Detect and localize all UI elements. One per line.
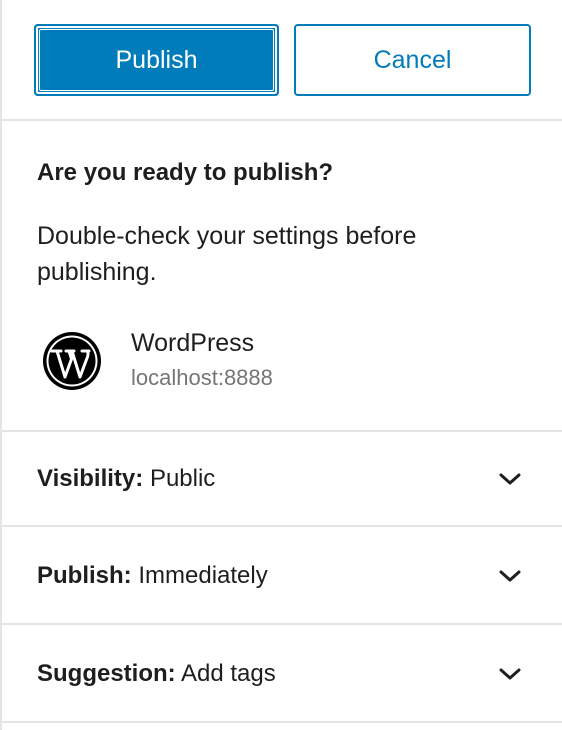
pre-publish-header: Publish Cancel	[2, 0, 562, 121]
pre-publish-panel: Publish Cancel Are you ready to publish?…	[0, 0, 562, 730]
panel-key: Suggestion:	[37, 659, 176, 687]
panel-publish[interactable]: Publish: Immediately	[2, 528, 562, 625]
cancel-button-label: Cancel	[373, 45, 452, 74]
cancel-button[interactable]: Cancel	[294, 24, 531, 96]
panel-key: Publish:	[37, 561, 132, 589]
chevron-down-icon	[499, 668, 521, 679]
publish-button[interactable]: Publish	[34, 24, 279, 96]
site-name: WordPress	[131, 329, 255, 357]
chevron-down-icon	[499, 570, 521, 581]
wordpress-icon	[43, 332, 101, 390]
panel-value: Public	[149, 464, 216, 492]
intro-text: Double-check your settings before publis…	[37, 222, 417, 286]
site-card: WordPress localhost:8888	[42, 329, 273, 393]
site-info: WordPress localhost:8888	[131, 327, 273, 393]
intro-title: Are you ready to publish?	[37, 159, 334, 186]
chevron-down-icon	[499, 473, 521, 484]
site-url: localhost:8888	[131, 365, 273, 390]
panel-suggestion[interactable]: Suggestion: Add tags	[2, 626, 562, 723]
panel-visibility[interactable]: Visibility: Public	[2, 430, 562, 527]
panel-visibility-label: Visibility: Public	[37, 465, 215, 493]
panel-key: Visibility:	[37, 464, 144, 492]
panel-publish-label: Publish: Immediately	[37, 562, 268, 590]
panel-suggestion-label: Suggestion: Add tags	[37, 660, 276, 688]
panel-value: Immediately	[138, 561, 268, 589]
focus-ring	[39, 29, 274, 91]
panel-value: Add tags	[181, 659, 276, 687]
